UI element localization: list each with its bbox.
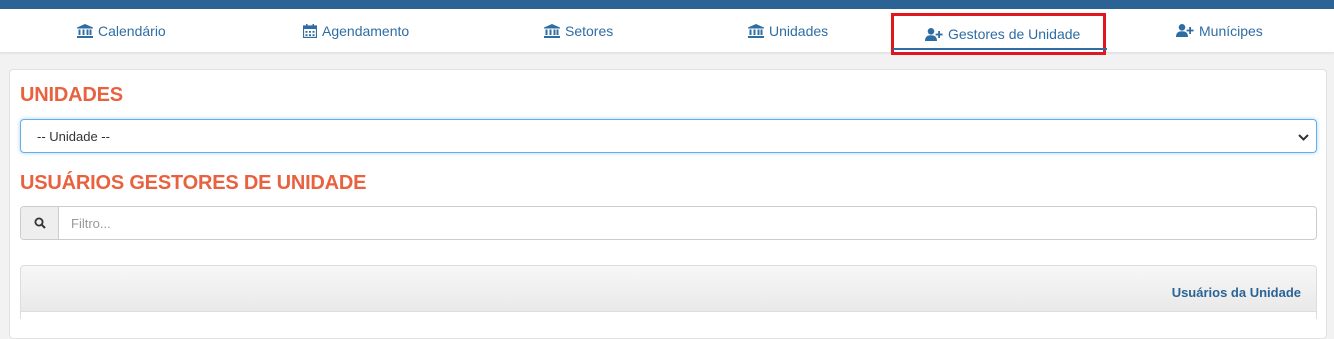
gestores-heading: USUÁRIOS GESTORES DE UNIDADE: [20, 172, 367, 194]
user-plus-icon: [1176, 24, 1194, 37]
tab-label: Munícipes: [1199, 22, 1263, 39]
calendar-icon: [303, 23, 317, 38]
unidade-select-value: -- Unidade --: [37, 128, 110, 144]
active-tab-underline: [893, 48, 1107, 50]
tab-municipes[interactable]: Munícipes: [1176, 9, 1263, 52]
tab-unidades[interactable]: Unidades: [748, 9, 828, 52]
tab-calendario[interactable]: Calendário: [77, 9, 166, 52]
tab-label: Unidades: [769, 22, 829, 39]
column-header-usuarios[interactable]: Usuários da Unidade: [1172, 285, 1301, 300]
tab-setores[interactable]: Setores: [544, 9, 613, 52]
top-header-bar: [0, 0, 1334, 9]
filter-placeholder: Filtro...: [71, 215, 111, 231]
tab-label: Setores: [565, 22, 614, 39]
user-plus-icon: [925, 27, 943, 41]
tab-label: Gestores de Unidade: [948, 26, 1081, 42]
tab-label: Calendário: [98, 22, 166, 39]
filter-group: Filtro...: [20, 206, 1317, 240]
unidade-select[interactable]: -- Unidade --: [20, 119, 1317, 153]
bank-icon: [748, 23, 764, 38]
main-nav: Calendário Agendamento Setores Unidades …: [0, 9, 1334, 55]
table-body: [20, 312, 1317, 319]
bank-icon: [77, 23, 93, 38]
search-icon: [21, 207, 59, 239]
filter-input[interactable]: Filtro...: [59, 207, 1316, 239]
table-header: Usuários da Unidade: [20, 265, 1317, 312]
unidades-heading: UNIDADES: [20, 84, 123, 106]
bank-icon: [544, 23, 560, 38]
tab-agendamento[interactable]: Agendamento: [303, 9, 409, 52]
tab-label: Agendamento: [322, 22, 410, 39]
chevron-down-icon: [1298, 131, 1309, 146]
